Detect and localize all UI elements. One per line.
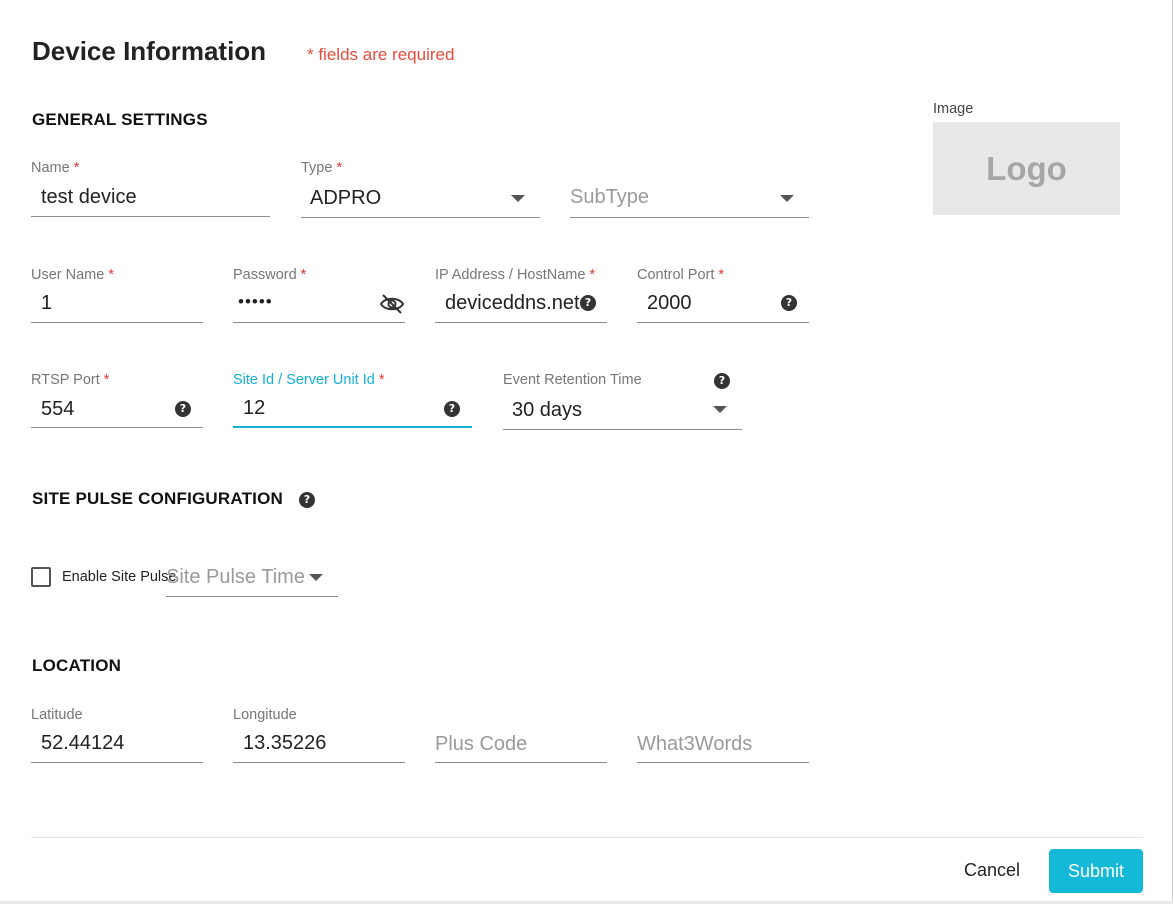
site-id-underline: [233, 426, 472, 428]
help-icon[interactable]: ?: [580, 295, 596, 311]
help-icon[interactable]: ?: [714, 373, 730, 389]
submit-button[interactable]: Submit: [1049, 849, 1143, 893]
site-pulse-time-underline: [166, 596, 338, 597]
name-input[interactable]: test device: [41, 186, 137, 209]
site-pulse-time-placeholder: Site Pulse Time: [166, 566, 305, 588]
caret-down-icon: [511, 195, 525, 202]
plus-code-field[interactable]: Plus Code: [435, 707, 607, 763]
ip-address-field[interactable]: IP Address / HostName * deviceddns.net ?: [435, 267, 607, 323]
site-pulse-time-select[interactable]: Site Pulse Time: [166, 560, 338, 597]
type-select[interactable]: Type * ADPRO: [301, 160, 540, 218]
required-marker: *: [108, 267, 114, 283]
required-fields-note: * fields are required: [307, 45, 455, 64]
longitude-label: Longitude: [233, 707, 297, 723]
site-id-field[interactable]: Site Id / Server Unit Id * 12 ?: [233, 372, 472, 430]
password-underline: [233, 322, 405, 323]
required-marker: *: [718, 267, 725, 283]
name-underline: [31, 216, 270, 217]
rtsp-port-input[interactable]: 554: [41, 398, 74, 421]
ip-address-label: IP Address / HostName: [435, 267, 586, 283]
control-port-input[interactable]: 2000: [647, 292, 692, 315]
longitude-underline: [233, 762, 405, 763]
required-marker: *: [378, 372, 385, 388]
rtsp-port-underline: [31, 427, 203, 428]
image-label: Image: [933, 101, 974, 117]
ip-address-input[interactable]: deviceddns.net: [445, 292, 580, 315]
latitude-underline: [31, 762, 203, 763]
latitude-input[interactable]: 52.44124: [41, 732, 124, 755]
help-icon[interactable]: ?: [781, 295, 797, 311]
password-label: Password: [233, 267, 297, 283]
username-input[interactable]: 1: [41, 292, 52, 315]
password-input[interactable]: •••••: [238, 292, 273, 312]
required-marker: *: [103, 372, 110, 388]
control-port-label: Control Port: [637, 267, 715, 283]
subtype-placeholder: SubType: [570, 186, 649, 208]
rtsp-port-field[interactable]: RTSP Port * 554 ?: [31, 372, 203, 428]
subtype-select[interactable]: SubType: [570, 160, 809, 218]
what3words-field[interactable]: What3Words: [637, 707, 809, 763]
subtype-underline: [570, 217, 809, 218]
caret-down-icon: [713, 406, 727, 413]
general-settings-heading: GENERAL SETTINGS: [32, 110, 208, 129]
name-label: Name: [31, 160, 70, 176]
event-retention-underline: [503, 429, 742, 430]
footer-divider: [31, 837, 1143, 838]
longitude-input[interactable]: 13.35226: [243, 732, 326, 755]
type-underline: [301, 217, 540, 218]
username-underline: [31, 322, 203, 323]
control-port-field[interactable]: Control Port * 2000 ?: [637, 267, 809, 323]
enable-site-pulse-checkbox[interactable]: [31, 567, 51, 587]
username-field[interactable]: User Name * 1: [31, 267, 203, 323]
ip-address-underline: [435, 322, 607, 323]
name-field[interactable]: Name * test device: [31, 160, 270, 218]
rtsp-port-label: RTSP Port: [31, 372, 100, 388]
device-information-dialog: Device Information * fields are required…: [0, 0, 1173, 904]
required-marker: *: [336, 160, 343, 176]
site-pulse-heading: SITE PULSE CONFIGURATION: [32, 489, 283, 508]
required-marker: *: [73, 160, 80, 176]
dialog-title: Device Information: [32, 36, 267, 66]
what3words-underline: [637, 762, 809, 763]
what3words-input[interactable]: What3Words: [637, 733, 752, 756]
help-icon[interactable]: ?: [444, 401, 460, 417]
caret-down-icon: [780, 195, 794, 202]
logo-image[interactable]: Logo: [933, 122, 1120, 215]
type-label: Type: [301, 160, 333, 176]
type-value: ADPRO: [310, 187, 382, 209]
longitude-field[interactable]: Longitude 13.35226: [233, 707, 405, 763]
site-id-label: Site Id / Server Unit Id: [233, 372, 375, 388]
latitude-label: Latitude: [31, 707, 83, 723]
event-retention-select[interactable]: Event Retention Time ? 30 days: [503, 372, 742, 430]
control-port-underline: [637, 322, 809, 323]
plus-code-underline: [435, 762, 607, 763]
event-retention-value: 30 days: [512, 399, 583, 421]
password-field[interactable]: Password * •••••: [233, 267, 405, 323]
enable-site-pulse-label: Enable Site Pulse: [62, 569, 177, 585]
username-label: User Name: [31, 267, 105, 283]
required-marker: *: [589, 267, 596, 283]
location-heading: LOCATION: [32, 656, 122, 675]
site-id-input[interactable]: 12: [243, 397, 265, 420]
help-icon[interactable]: ?: [299, 492, 315, 508]
event-retention-label: Event Retention Time: [503, 372, 642, 388]
help-icon[interactable]: ?: [175, 401, 191, 417]
cancel-button[interactable]: Cancel: [948, 849, 1036, 891]
caret-down-icon: [309, 574, 323, 581]
plus-code-input[interactable]: Plus Code: [435, 733, 527, 756]
required-marker: *: [300, 267, 307, 283]
latitude-field[interactable]: Latitude 52.44124: [31, 707, 203, 763]
logo-text: Logo: [986, 149, 1067, 187]
eye-off-icon[interactable]: [379, 293, 405, 315]
